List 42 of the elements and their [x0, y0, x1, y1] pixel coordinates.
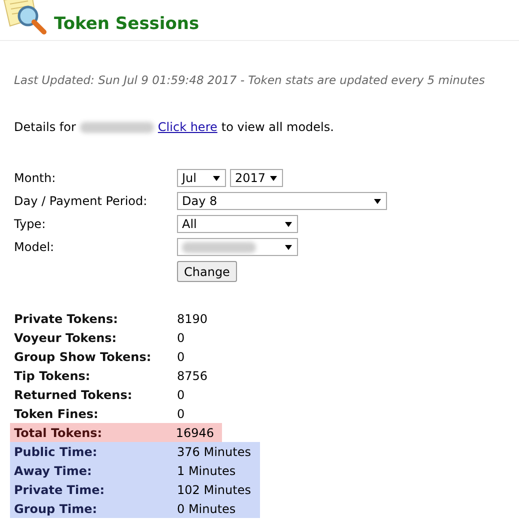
stat-label: Private Tokens: — [14, 312, 119, 326]
details-text: to view all models. — [221, 120, 334, 134]
dropdown[interactable]: Day 8 — [177, 192, 387, 210]
stat-label: Group Time: — [14, 502, 98, 516]
stat-value: 0 — [177, 350, 186, 364]
stat-label: Tip Tokens: — [14, 368, 92, 382]
field-label: Day / Payment Period: — [14, 193, 148, 210]
change-button[interactable]: Change — [177, 261, 237, 282]
stat-value: 0 — [177, 406, 186, 420]
stat-label: Group Show Tokens: — [14, 350, 152, 364]
dropdown[interactable]: Jul — [177, 169, 226, 187]
caret-icon — [285, 222, 292, 226]
caret-icon — [270, 176, 277, 180]
last-updated-text: Last Updated: Sun Jul 9 01:59:48 2017 - Token stats are updated every 5 minutes — [14, 73, 486, 87]
field-label: Model: — [14, 239, 56, 256]
stat-value: 102 Minutes — [177, 482, 252, 496]
caret-icon — [285, 244, 292, 250]
stat-value: 0 — [177, 388, 186, 402]
stat-label: Voyeur Tokens: — [14, 330, 118, 344]
dropdown[interactable] — [177, 238, 298, 256]
caret-icon — [374, 198, 381, 204]
stat-value: 0 Minutes — [177, 502, 237, 516]
field-label: Month: — [14, 170, 57, 187]
page-title: Token Sessions — [54, 14, 200, 36]
field-label: Type: — [14, 216, 47, 233]
stat-value: 8756 — [177, 368, 209, 382]
stat-value: 0 — [177, 330, 186, 344]
view-all-link[interactable]: Click here — [158, 120, 218, 134]
stat-label: Private Time: — [14, 482, 106, 496]
stat-label: Total Tokens: — [14, 426, 104, 440]
caret-icon — [213, 176, 220, 180]
stat-value: 16946 — [176, 426, 215, 440]
stat-label: Public Time: — [14, 444, 98, 458]
dropdown[interactable]: 2017 — [230, 169, 283, 187]
details-label: Details for — [14, 120, 76, 134]
stat-label: Token Fines: — [14, 406, 100, 420]
dropdown[interactable]: All — [177, 215, 298, 233]
stat-value: 376 Minutes — [177, 444, 252, 458]
stat-label: Away Time: — [14, 464, 93, 478]
stat-value: 1 Minutes — [177, 464, 237, 478]
stat-label: Returned Tokens: — [14, 388, 134, 402]
stat-value: 8190 — [177, 312, 209, 326]
